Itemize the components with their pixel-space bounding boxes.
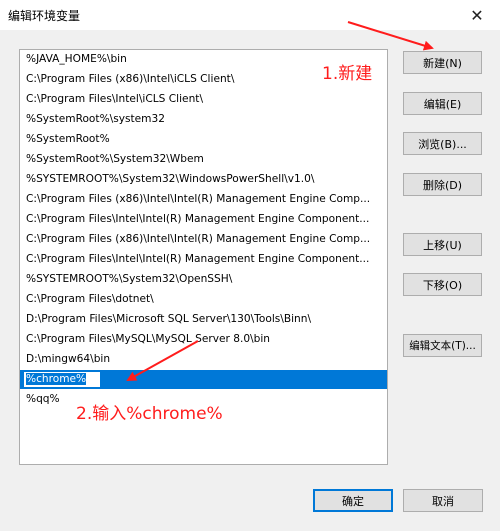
list-item[interactable]: %SYSTEMROOT%\System32\WindowsPowerShell\…	[20, 170, 387, 189]
close-icon[interactable]: ✕	[454, 0, 500, 30]
list-item[interactable]: C:\Program Files (x86)\Intel\Intel(R) Ma…	[20, 190, 387, 209]
edit-text-button[interactable]: 编辑文本(T)...	[403, 334, 482, 357]
ok-button[interactable]: 确定	[313, 489, 393, 512]
list-item-selected[interactable]: %chrome%	[20, 370, 387, 389]
title-bar: 编辑环境变量 ✕	[0, 0, 500, 30]
annotation-step2: 2.输入%chrome%	[76, 404, 223, 424]
list-item[interactable]: C:\Program Files\Intel\Intel(R) Manageme…	[20, 250, 387, 269]
move-down-button[interactable]: 下移(O)	[403, 273, 482, 296]
list-item[interactable]: %SystemRoot%\system32	[20, 110, 387, 129]
list-item[interactable]: C:\Program Files\MySQL\MySQL Server 8.0\…	[20, 330, 387, 349]
list-item[interactable]: D:\Program Files\Microsoft SQL Server\13…	[20, 310, 387, 329]
new-button[interactable]: 新建(N)	[403, 51, 482, 74]
list-item[interactable]: %SYSTEMROOT%\System32\OpenSSH\	[20, 270, 387, 289]
list-item[interactable]: C:\Program Files\Intel\iCLS Client\	[20, 90, 387, 109]
list-item[interactable]: %SystemRoot%\System32\Wbem	[20, 150, 387, 169]
annotation-step1: 1.新建	[322, 64, 373, 84]
list-item[interactable]: C:\Program Files\Intel\Intel(R) Manageme…	[20, 210, 387, 229]
delete-button[interactable]: 删除(D)	[403, 173, 482, 196]
list-item[interactable]: C:\Program Files (x86)\Intel\Intel(R) Ma…	[20, 230, 387, 249]
list-item[interactable]: C:\Program Files\dotnet\	[20, 290, 387, 309]
path-edit-value: %chrome%	[26, 373, 87, 385]
edit-button[interactable]: 编辑(E)	[403, 92, 482, 115]
list-item[interactable]: %SystemRoot%	[20, 130, 387, 149]
path-edit-field[interactable]: %chrome%	[23, 371, 101, 388]
window-title: 编辑环境变量	[8, 9, 81, 23]
list-item[interactable]: D:\mingw64\bin	[20, 350, 387, 369]
browse-button[interactable]: 浏览(B)...	[403, 132, 482, 155]
move-up-button[interactable]: 上移(U)	[403, 233, 482, 256]
cancel-button[interactable]: 取消	[403, 489, 483, 512]
